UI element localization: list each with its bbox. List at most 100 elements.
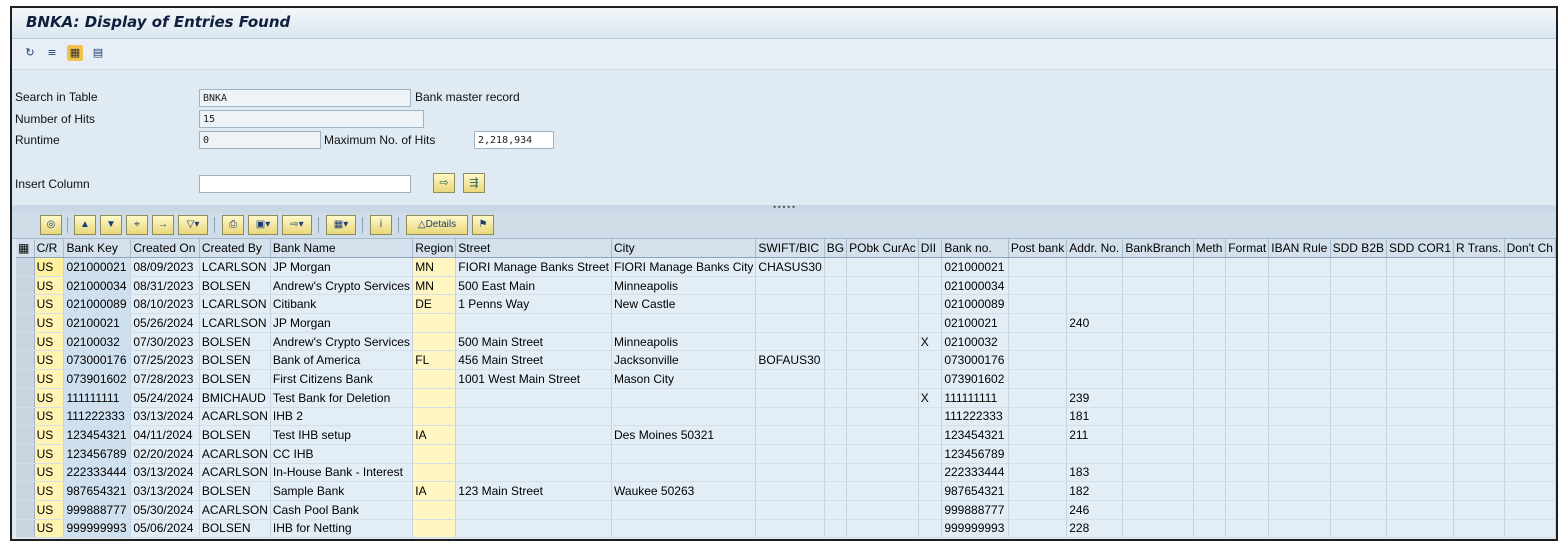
row-selector[interactable]	[16, 350, 35, 371]
layout-icon[interactable]: ▦▾	[326, 215, 356, 235]
column-header[interactable]: BankBranch	[1122, 239, 1194, 258]
export-icon[interactable]: ⇨▾	[282, 215, 312, 235]
select-icon[interactable]: ◎	[40, 215, 62, 235]
column-header[interactable]: R Trans.	[1453, 239, 1505, 258]
settings-icon[interactable]: ≡	[44, 45, 60, 61]
table-cell	[1504, 369, 1556, 389]
row-selector[interactable]	[16, 519, 35, 539]
column-header[interactable]: DII	[918, 239, 943, 258]
insert-all-columns-button[interactable]: ⇶	[463, 173, 485, 193]
table-cell: US	[34, 407, 65, 427]
column-header[interactable]: PObk CurAc	[846, 239, 919, 258]
column-header[interactable]: SWIFT/BIC	[755, 239, 825, 258]
sort-desc-icon[interactable]: ▼	[100, 215, 122, 235]
table-cell	[1122, 313, 1194, 333]
column-header[interactable]: BG	[824, 239, 848, 258]
row-selector[interactable]	[16, 332, 35, 352]
print-icon[interactable]: ⎙	[222, 215, 244, 235]
row-selector[interactable]	[16, 500, 35, 520]
row-selector[interactable]	[16, 425, 35, 445]
table-cell	[1225, 257, 1270, 277]
column-header[interactable]: SDD B2B	[1330, 239, 1388, 258]
row-selector[interactable]	[16, 276, 35, 296]
column-header[interactable]: Created By	[199, 239, 271, 258]
column-header[interactable]: Created On	[130, 239, 200, 258]
table-cell	[1268, 388, 1331, 408]
refresh-icon[interactable]: ↻	[22, 45, 38, 61]
table-cell: 07/28/2023	[130, 369, 200, 389]
splitter-handle[interactable]: •••••	[12, 204, 1556, 213]
table-row[interactable]: US 222333444 03/13/2024 ACARLSON In-House Ba…	[16, 463, 1556, 483]
details-button[interactable]: △Details	[406, 215, 468, 235]
table-cell	[1066, 276, 1124, 296]
table-row[interactable]: US 021000089 08/10/2023 LCARLSON Citibank DE 1…	[16, 294, 1556, 315]
table-row[interactable]: US 111222333 03/13/2024 ACARLSON IHB 2 111222…	[16, 407, 1556, 427]
flag-icon[interactable]: ⚑	[472, 215, 494, 235]
table-row[interactable]: US 021000034 08/31/2023 BOLSEN Andrew's Cryp…	[16, 276, 1556, 296]
column-header[interactable]: Region	[412, 239, 457, 258]
table-cell	[1225, 332, 1270, 352]
sort-asc-icon[interactable]: ▲	[74, 215, 96, 235]
table-cell	[1066, 350, 1124, 371]
views-icon[interactable]: ▣▾	[248, 215, 278, 235]
table-cell: LCARLSON	[199, 294, 271, 315]
table-row[interactable]: US 073000176 07/25/2023 BOLSEN Bank of Ameri…	[16, 350, 1556, 371]
table-cell: 123454321	[941, 425, 1009, 445]
column-header[interactable]: City	[611, 239, 757, 258]
column-header[interactable]: SDD COR1	[1386, 239, 1455, 258]
table-cell: 021000089	[63, 294, 132, 315]
table-cell	[1122, 369, 1194, 389]
table-cell: 240	[1066, 313, 1124, 333]
search-table-field[interactable]	[199, 89, 411, 107]
table-row[interactable]: US 123456789 02/20/2024 ACARLSON CC IHB 12345…	[16, 444, 1556, 464]
column-header[interactable]: Meth	[1193, 239, 1227, 258]
table-row[interactable]: US 02100032 07/30/2023 BOLSEN Andrew's Crypt…	[16, 332, 1556, 352]
table-row[interactable]: US 073901602 07/28/2023 BOLSEN First Citizen…	[16, 369, 1556, 389]
column-header[interactable]: Don't Ch	[1504, 239, 1556, 258]
table-row[interactable]: US 987654321 03/13/2024 BOLSEN Sample Bank IA…	[16, 481, 1556, 501]
insert-column-field[interactable]	[199, 175, 411, 193]
table-cell	[1386, 276, 1455, 296]
column-header[interactable]: Format	[1225, 239, 1270, 258]
check-table-icon[interactable]: ▦	[67, 45, 83, 61]
select-all-cell[interactable]: ▦	[16, 239, 35, 258]
row-selector[interactable]	[16, 388, 35, 408]
column-header[interactable]: IBAN Rule	[1268, 239, 1331, 258]
row-selector[interactable]	[16, 444, 35, 464]
table-row[interactable]: US 021000021 08/09/2023 LCARLSON JP Morgan MN…	[16, 257, 1556, 277]
insert-column-button[interactable]: ⇨	[433, 173, 455, 193]
filter-icon[interactable]: ▽▾	[178, 215, 208, 235]
row-selector[interactable]	[16, 481, 35, 501]
table-row[interactable]: US 111111111 05/24/2024 BMICHAUD Test Bank f…	[16, 388, 1556, 408]
column-header[interactable]: Bank Name	[270, 239, 414, 258]
table-cell: 239	[1066, 388, 1124, 408]
table-row[interactable]: US 123454321 04/11/2024 BOLSEN Test IHB setu…	[16, 425, 1556, 445]
table-row[interactable]: US 02100021 05/26/2024 LCARLSON JP Morgan 021…	[16, 313, 1556, 333]
table-cell	[455, 444, 613, 464]
column-header[interactable]: Street	[455, 239, 613, 258]
table-row[interactable]: US 999888777 05/30/2024 ACARLSON Cash Pool B…	[16, 500, 1556, 520]
display-icon[interactable]: ▤	[90, 45, 106, 61]
row-selector[interactable]	[16, 313, 35, 333]
table-cell	[1268, 519, 1331, 539]
column-header[interactable]: C/R	[34, 239, 65, 258]
row-selector[interactable]	[16, 407, 35, 427]
table-cell	[1386, 519, 1455, 539]
find-next-icon[interactable]: →	[152, 215, 174, 235]
table-cell	[1268, 407, 1331, 427]
column-header[interactable]: Post bank	[1008, 239, 1068, 258]
table-cell: LCARLSON	[199, 313, 271, 333]
info-icon[interactable]: i	[370, 215, 392, 235]
row-selector[interactable]	[16, 294, 35, 315]
row-selector[interactable]	[16, 463, 35, 483]
row-selector[interactable]	[16, 257, 35, 277]
column-header[interactable]: Addr. No.	[1066, 239, 1124, 258]
table-cell	[412, 313, 457, 333]
table-cell: US	[34, 519, 65, 539]
find-icon[interactable]: ⌖	[126, 215, 148, 235]
column-header[interactable]: Bank no.	[941, 239, 1009, 258]
max-hits-field[interactable]	[474, 131, 554, 149]
row-selector[interactable]	[16, 369, 35, 389]
table-row[interactable]: US 999999993 05/06/2024 BOLSEN IHB for Netti…	[16, 519, 1556, 539]
column-header[interactable]: Bank Key	[63, 239, 132, 258]
